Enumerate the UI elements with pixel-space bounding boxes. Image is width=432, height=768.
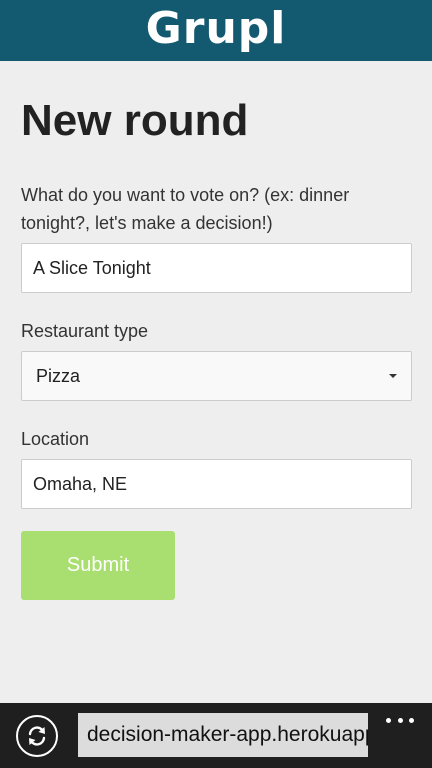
app-header: Grupl [0,0,432,61]
vote-topic-input[interactable]: A Slice Tonight [21,243,412,294]
brand-logo[interactable]: Grupl [146,6,287,51]
submit-button[interactable]: Submit [21,531,175,601]
url-text: decision-maker-app.herokuapp.com [87,723,368,746]
location-value: Omaha, NE [33,473,128,494]
more-dot [409,717,414,723]
browser-address-bar: decision-maker-app.herokuapp.com [0,703,432,768]
restaurant-type-value: Pizza [36,365,81,386]
more-dot [386,717,391,723]
restaurant-type-label: Restaurant type [21,321,149,342]
new-round-form: New round What do you want to vote on? (… [21,61,412,601]
url-field[interactable]: decision-maker-app.herokuapp.com [78,713,368,757]
app-screen: Grupl New round What do you want to vote… [0,0,432,768]
more-icon[interactable] [386,713,414,727]
vote-topic-value: A Slice Tonight [33,257,151,278]
more-dot [397,717,403,723]
caret-down-icon [389,374,397,379]
location-label: Location [21,429,90,450]
refresh-icon [28,726,46,746]
restaurant-type-select[interactable]: Pizza [21,351,412,402]
page-title: New round [21,96,249,145]
refresh-button[interactable] [16,715,58,757]
location-input[interactable]: Omaha, NE [21,459,412,510]
vote-topic-label: What do you want to vote on? (ex: dinner… [21,185,350,234]
